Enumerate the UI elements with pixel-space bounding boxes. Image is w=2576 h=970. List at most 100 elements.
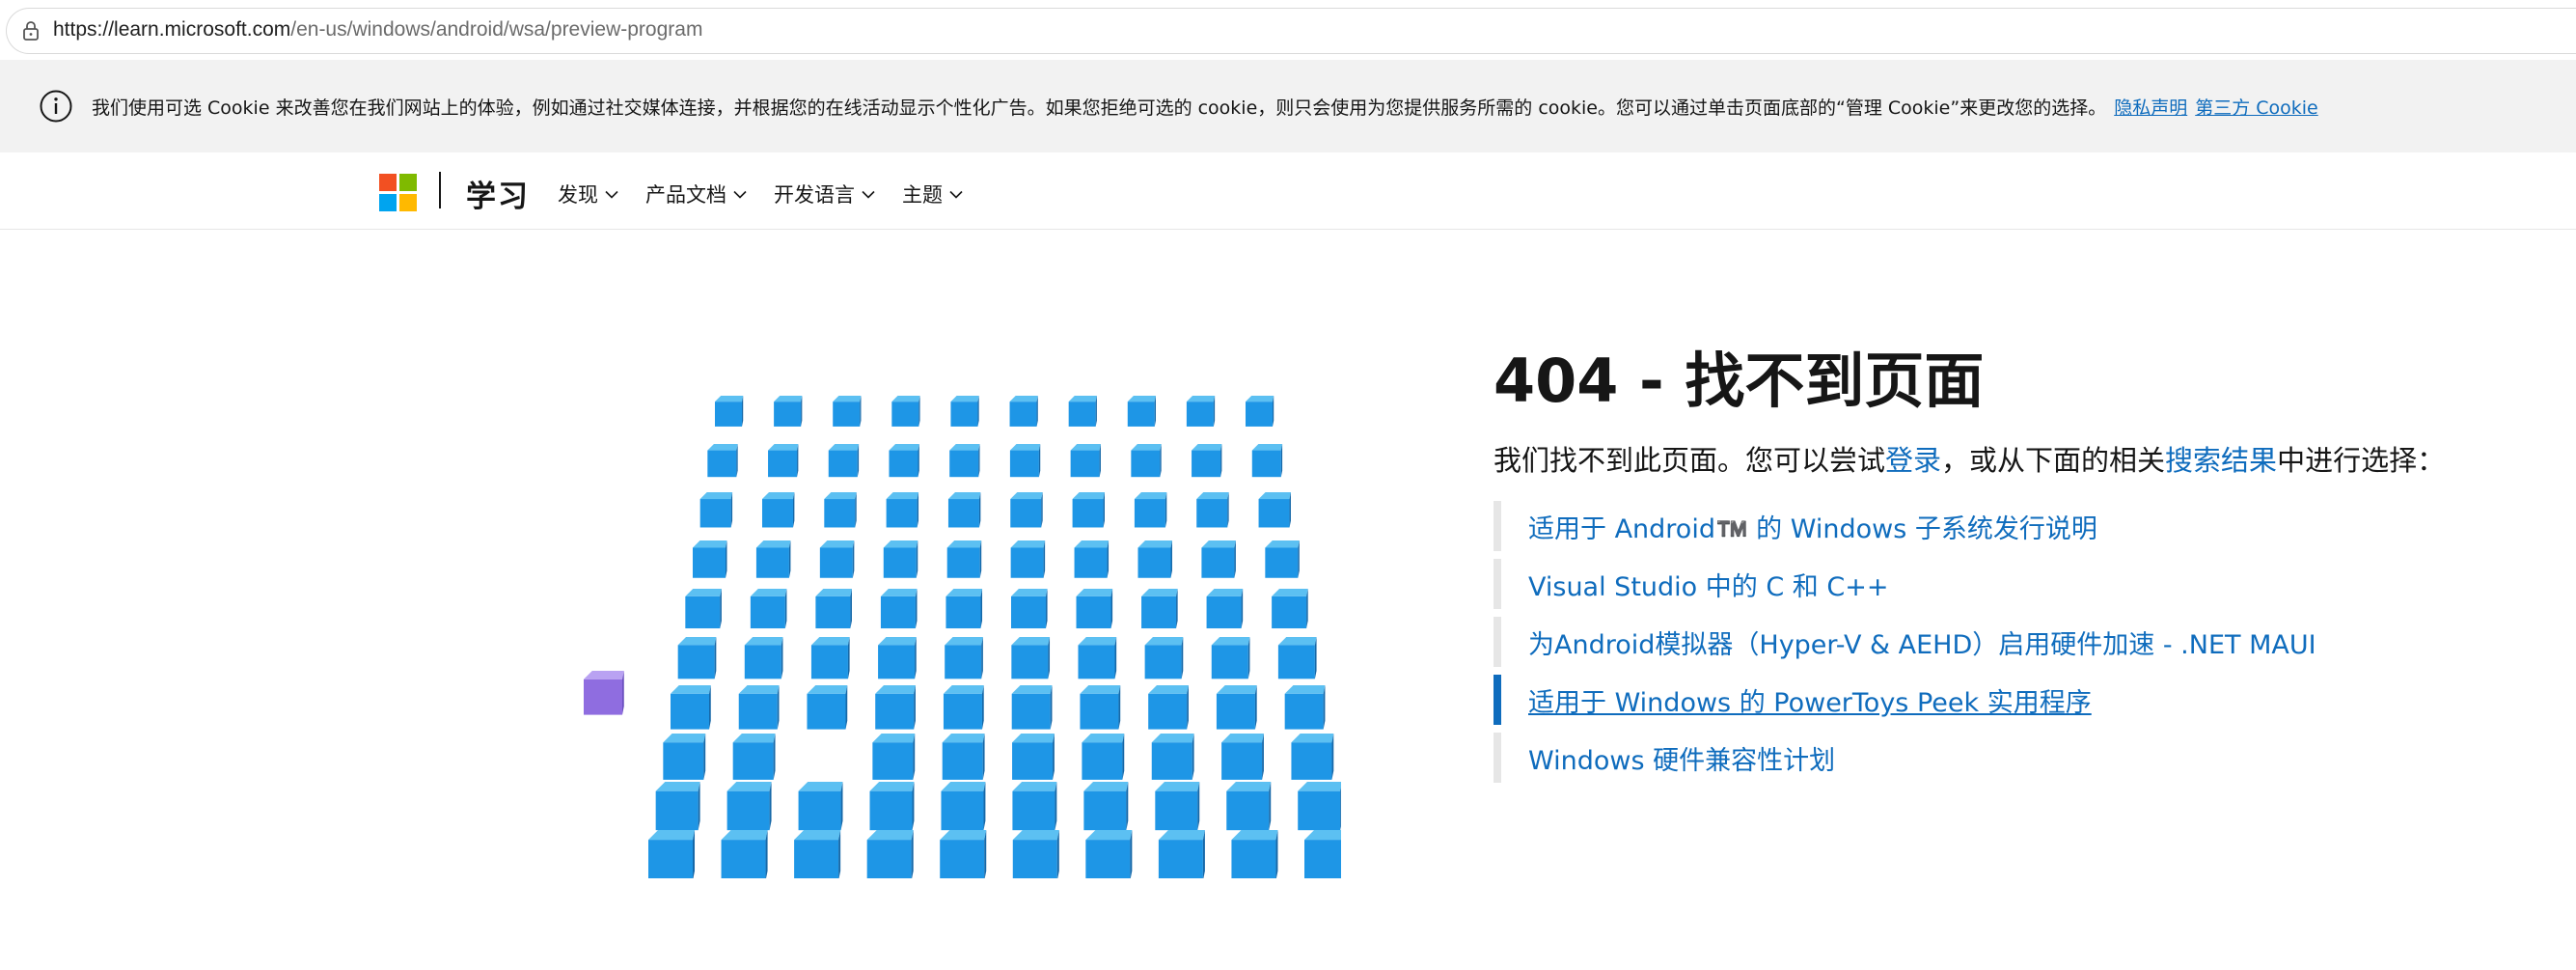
cube [1082,734,1125,780]
cube [1284,685,1326,730]
cube [815,589,852,629]
cube [942,734,985,780]
url-field[interactable]: https://learn.microsoft.com/en-us/window… [6,8,2576,54]
chevron-down-icon [862,190,875,199]
cube [655,782,700,831]
url-host: https://learn.microsoft.com [53,18,291,41]
cube [1137,540,1172,578]
cube [947,492,981,528]
cube [1265,540,1300,578]
cube [819,540,855,578]
microsoft-logo[interactable] [379,174,417,211]
nav-product-docs[interactable]: 产品文档 [645,180,747,208]
chevron-down-icon [605,190,618,199]
cube [1196,492,1229,528]
cube [1272,589,1308,629]
chevron-down-icon [949,190,963,199]
cube [774,396,803,427]
cube [1010,540,1046,578]
cube [1127,396,1157,427]
cube [794,830,841,878]
cube [707,444,738,478]
result-link-wsa-release-notes[interactable]: 适用于 Android™️ 的 Windows 子系统发行说明 [1494,501,2445,551]
cube [1080,685,1121,730]
cube [807,685,848,730]
cube [872,734,916,780]
cube [1211,637,1250,679]
cube [648,830,696,878]
cube [1009,444,1041,478]
cube [828,444,860,478]
cube [1151,734,1194,780]
lead-text-1: 我们找不到此页面。您可以尝试 [1494,444,1886,477]
cube-grid-illustration [584,396,1341,878]
stray-cube [584,671,624,715]
cube [685,589,722,629]
cube [891,396,920,427]
cube [946,540,982,578]
cube [1078,637,1117,679]
result-link-powertoys-peek[interactable]: 适用于 Windows 的 PowerToys Peek 实用程序 [1494,675,2445,725]
sign-in-link[interactable]: 登录 [1885,444,1941,477]
cube [755,540,791,578]
cube [1012,734,1055,780]
search-results-link[interactable]: 搜索结果 [2165,444,2277,477]
cube [1186,396,1216,427]
cube [699,492,733,528]
cube [949,444,980,478]
cube [671,685,711,730]
privacy-statement-link[interactable]: 隐私声明 [2114,97,2187,119]
cube [750,589,787,629]
third-party-cookies-link[interactable]: 第三方 Cookie [2195,97,2318,119]
logo-square-yellow [399,194,417,211]
cube [1076,589,1113,629]
cube [833,396,862,427]
cookie-banner: 我们使用可选 Cookie 来改善您在我们网站上的体验，例如通过社交媒体连接，并… [0,60,2576,152]
brand-title[interactable]: 学习 [466,172,530,215]
cube [950,396,979,427]
browser-address-bar: https://learn.microsoft.com/en-us/window… [0,0,2576,61]
cube [1131,444,1162,478]
cube [1009,396,1038,427]
cube [866,830,914,878]
logo-square-green [399,174,417,191]
cube [875,685,916,730]
cookie-message: 我们使用可选 Cookie 来改善您在我们网站上的体验，例如通过社交媒体连接，并… [92,94,2318,120]
main-nav: 发现 产品文档 开发语言 主题 [558,180,990,208]
result-label: 适用于 Android™️ 的 Windows 子系统发行说明 [1528,513,2097,544]
cube [886,492,919,528]
cube [1068,396,1097,427]
cube [1291,734,1334,780]
cube [1010,492,1043,528]
cube [1201,540,1236,578]
cube [810,637,850,679]
cube [1012,830,1059,878]
result-link-visual-studio-c-cpp[interactable]: Visual Studio 中的 C 和 C++ [1494,559,2445,609]
cube [943,685,984,730]
cube [761,492,795,528]
cube [1246,396,1274,427]
cube [940,830,987,878]
cube [1298,782,1341,831]
cube [1010,589,1048,629]
result-link-android-emulator-acceleration[interactable]: 为Android模拟器（Hyper-V & AEHD）启用硬件加速 - .NET… [1494,617,2445,667]
lock-icon[interactable] [20,20,41,42]
cube [869,782,915,831]
result-label: 为Android模拟器（Hyper-V & AEHD）启用硬件加速 - .NET… [1528,629,2316,660]
cube [1085,830,1133,878]
cube [1158,830,1205,878]
cube [1144,637,1184,679]
cube [883,540,918,578]
result-link-hardware-compatibility[interactable]: Windows 硬件兼容性计划 [1494,733,2445,783]
error-content: 404 - 找不到页面 我们找不到此页面。您可以尝试登录，或从下面的相关搜索结果… [1494,343,2445,790]
cube [880,589,918,629]
nav-discover[interactable]: 发现 [558,180,618,208]
cube [1141,589,1178,629]
nav-dev-languages[interactable]: 开发语言 [774,180,875,208]
nav-topics[interactable]: 主题 [902,180,963,208]
cube [744,637,783,679]
cube [889,444,919,478]
cube [721,830,768,878]
cube [1304,830,1341,878]
lead-text-2: ，或从下面的相关 [1941,444,2166,477]
